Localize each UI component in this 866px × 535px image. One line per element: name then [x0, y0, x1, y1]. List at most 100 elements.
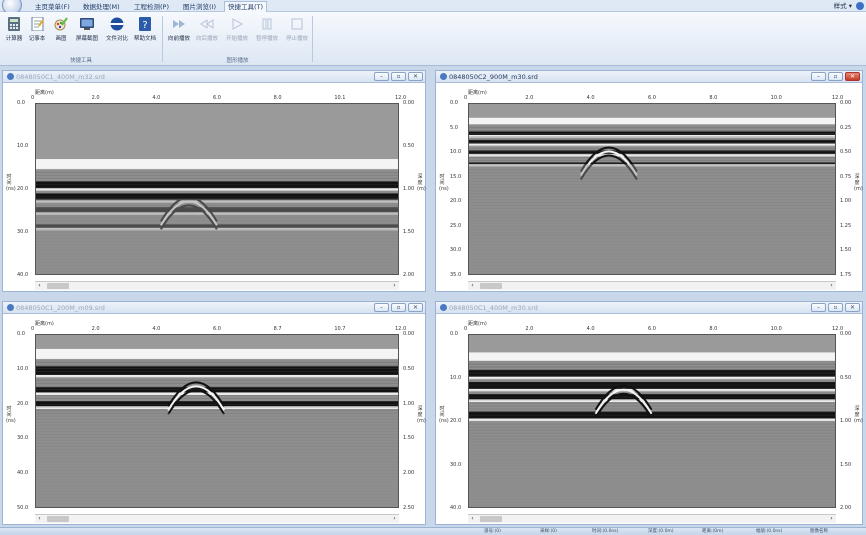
scroll-left-icon[interactable]: ‹: [468, 282, 477, 290]
y-right-tick-label: 0.00: [840, 100, 852, 106]
fast-forward-icon: [173, 20, 185, 28]
play-start-button[interactable]: 开始播放: [226, 15, 248, 55]
close-button[interactable]: ✕: [845, 303, 860, 312]
panel-title-bar[interactable]: 0848050C2_900M_m30.srd – ▫ ✕: [436, 71, 862, 83]
y-right-tick-label: 1.00: [403, 186, 415, 192]
scroll-right-icon[interactable]: ›: [827, 515, 836, 523]
radargram-image[interactable]: [468, 103, 836, 275]
maximize-button[interactable]: ▫: [391, 72, 406, 81]
y-left-tick-label: 10.0: [17, 365, 29, 372]
radar-panel[interactable]: 0848050C1_400M_m32.srd – ▫ ✕ 距离(m) 0 2.0 4.0…: [2, 70, 426, 292]
play-forward-button[interactable]: 向前播放: [168, 15, 190, 55]
y-left-tick-label: 50.0: [17, 505, 29, 511]
paint-button[interactable]: 画图: [50, 15, 72, 55]
y-right-tick-label: 0.25: [840, 124, 852, 131]
y-left-tick-label: 0.0: [450, 100, 458, 106]
y-left-tick-label: 40.0: [17, 272, 29, 278]
menu-tab-quick-tools[interactable]: 快捷工具(T): [224, 1, 268, 12]
panel-title-bar[interactable]: 0848050C1_200M_m09.srd – ▫ ✕: [3, 302, 425, 314]
panel-title-bar[interactable]: 0848050C1_400M_m32.srd – ▫ ✕: [3, 71, 425, 83]
x-tick-label: 6.0: [648, 326, 656, 332]
scroll-right-icon[interactable]: ›: [390, 515, 399, 523]
maximize-button[interactable]: ▫: [828, 72, 843, 81]
menu-tab-image-browse[interactable]: 图片浏览(I): [180, 2, 219, 12]
y-right-axis-label: 深度(m): [854, 406, 863, 424]
style-menu[interactable]: 样式 ▾: [834, 2, 852, 11]
radargram-image[interactable]: [35, 103, 399, 275]
y-left-axis-label: 时间(ns): [439, 174, 449, 192]
panel-title: 0848050C2_900M_m30.srd: [449, 73, 538, 81]
panel-title: 0848050C1_200M_m09.srd: [16, 304, 105, 312]
minimize-button[interactable]: –: [811, 72, 826, 81]
panel-title: 0848050C1_400M_m32.srd: [16, 73, 105, 81]
play-backward-button[interactable]: 向后播放: [196, 15, 218, 55]
y-right-tick-label: 0.50: [403, 143, 415, 149]
radargram-image[interactable]: [468, 334, 836, 508]
scroll-right-icon[interactable]: ›: [390, 282, 399, 290]
scroll-right-icon[interactable]: ›: [827, 282, 836, 290]
radargram-image[interactable]: [35, 334, 399, 508]
y-right-tick-label: 1.00: [403, 400, 415, 407]
paint-icon: [54, 17, 68, 31]
horizontal-scrollbar[interactable]: ‹ ›: [35, 514, 399, 523]
close-button[interactable]: ✕: [845, 72, 860, 81]
radar-panel[interactable]: 0848050C1_200M_m09.srd – ▫ ✕ 距离(m) 0 2.0 4.0…: [2, 301, 426, 525]
y-right-tick-label: 0.50: [840, 374, 852, 381]
scroll-thumb[interactable]: [480, 516, 502, 522]
x-tick-label: 6.0: [213, 95, 221, 101]
y-left-tick-label: 20.0: [450, 418, 462, 424]
y-right-tick-label: 1.00: [840, 418, 852, 424]
minimize-button[interactable]: –: [374, 72, 389, 81]
maximize-button[interactable]: ▫: [391, 303, 406, 312]
x-tick-label: 4.0: [152, 95, 161, 101]
scroll-thumb[interactable]: [480, 283, 502, 289]
scroll-left-icon[interactable]: ‹: [35, 282, 44, 290]
menu-tab-home[interactable]: 主页菜单(F): [32, 2, 73, 12]
x-tick-label: 4.0: [586, 95, 595, 101]
x-tick-label: 2.0: [525, 95, 534, 101]
scroll-thumb[interactable]: [47, 516, 69, 522]
menu-tab-engineering[interactable]: 工程检测(P): [131, 2, 172, 12]
y-left-tick-label: 10.0: [17, 143, 29, 149]
x-axis-label: 距离(m): [468, 321, 487, 327]
horizontal-scrollbar[interactable]: ‹ ›: [468, 514, 836, 523]
x-axis-label: 距离(m): [35, 321, 54, 327]
y-right-tick-label: 2.50: [403, 505, 415, 511]
help-icon[interactable]: [856, 2, 864, 10]
radar-panel[interactable]: 0848050C1_400M_m30.srd – ▫ ✕ 距离(m) 0 2.0 4.0…: [435, 301, 863, 525]
minimize-button[interactable]: –: [811, 303, 826, 312]
y-right-axis-label: 深度(m): [417, 174, 426, 192]
x-tick-label: 6.0: [648, 95, 656, 101]
help-doc-icon: ?: [139, 17, 151, 31]
scroll-left-icon[interactable]: ‹: [35, 515, 44, 523]
close-button[interactable]: ✕: [408, 72, 423, 81]
x-tick-label: 2.0: [91, 95, 100, 101]
radar-panel[interactable]: 0848050C2_900M_m30.srd – ▫ ✕ 距离(m) 0 2.0 4.0…: [435, 70, 863, 292]
x-tick-label: 0: [31, 95, 35, 101]
minimize-button[interactable]: –: [374, 303, 389, 312]
help-doc-button[interactable]: ? 帮助文档: [134, 15, 156, 55]
x-tick-label: 10.7: [334, 326, 346, 332]
menu-tab-data-processing[interactable]: 数据处理(M): [80, 2, 123, 12]
y-left-tick-label: 20.0: [450, 198, 462, 205]
y-right-tick-label: 2.00: [403, 470, 415, 477]
maximize-button[interactable]: ▫: [828, 303, 843, 312]
y-left-axis-label: 时间(ns): [439, 406, 449, 424]
y-right-tick-label: 1.75: [840, 272, 852, 278]
scroll-left-icon[interactable]: ‹: [468, 515, 477, 523]
pause-button[interactable]: 暂停播放: [256, 15, 278, 55]
x-tick-label: 10.0: [770, 326, 782, 332]
horizontal-scrollbar[interactable]: ‹ ›: [468, 281, 836, 290]
horizontal-scrollbar[interactable]: ‹ ›: [35, 281, 399, 290]
file-compare-button[interactable]: 文件对比: [106, 15, 128, 55]
scroll-thumb[interactable]: [47, 283, 69, 289]
y-right-axis-label: 深度(m): [417, 406, 426, 424]
screenshot-button[interactable]: 屏幕截图: [76, 15, 98, 55]
x-tick-label: 8.0: [709, 95, 718, 101]
ribbon: 计算器 记事本 画图 屏幕截图 文件对比 ? 帮助文档 快捷工具 向前播放 向后…: [0, 12, 866, 66]
close-button[interactable]: ✕: [408, 303, 423, 312]
file-compare-icon: [110, 17, 124, 31]
panel-title-bar[interactable]: 0848050C1_400M_m30.srd – ▫ ✕: [436, 302, 862, 314]
x-tick-label: 8.0: [273, 95, 282, 101]
stop-button[interactable]: 停止播放: [286, 15, 308, 55]
